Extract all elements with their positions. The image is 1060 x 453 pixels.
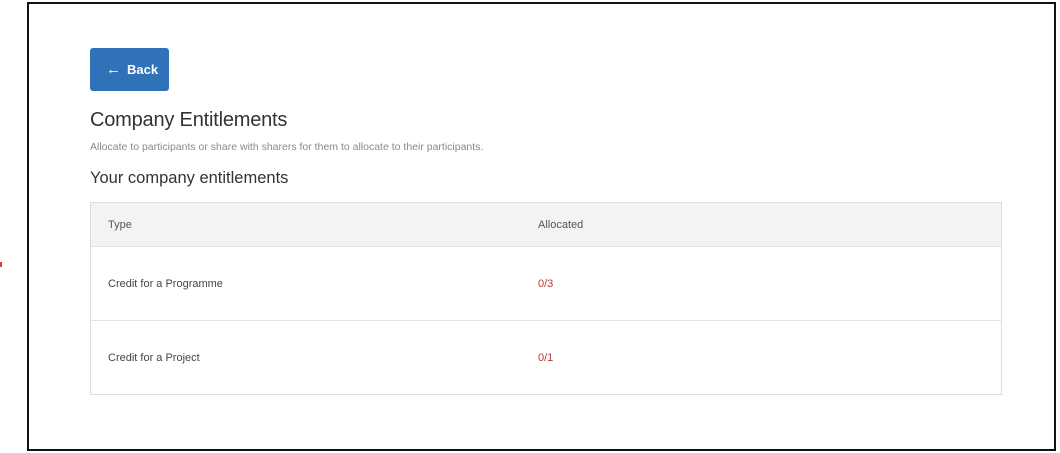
section-title: Your company entitlements (90, 169, 289, 187)
edge-marker (0, 262, 2, 267)
column-header-allocated: Allocated (538, 218, 584, 231)
table-header: Type Allocated (91, 203, 1001, 246)
back-button-label: Back (127, 62, 159, 77)
cell-type: Credit for a Project (108, 351, 200, 364)
table-row: Credit for a Programme 0/3 (91, 246, 1001, 320)
page-title: Company Entitlements (90, 109, 288, 131)
back-button[interactable]: ← Back (90, 48, 169, 91)
allocated-value: 0/3 (538, 277, 554, 290)
column-header-type: Type (108, 218, 132, 231)
entitlements-table: Type Allocated Credit for a Programme 0/… (90, 202, 1002, 395)
table-row: Credit for a Project 0/1 (91, 320, 1001, 394)
allocated-value: 0/1 (538, 351, 554, 364)
page-subtitle: Allocate to participants or share with s… (90, 141, 484, 153)
arrow-left-icon: ← (106, 61, 121, 78)
cell-type: Credit for a Programme (108, 277, 223, 290)
cell-allocated: 0/3 (538, 278, 1001, 290)
main-content: ← Back Company Entitlements Allocate to … (90, 48, 1002, 395)
cell-allocated: 0/1 (538, 352, 1001, 364)
